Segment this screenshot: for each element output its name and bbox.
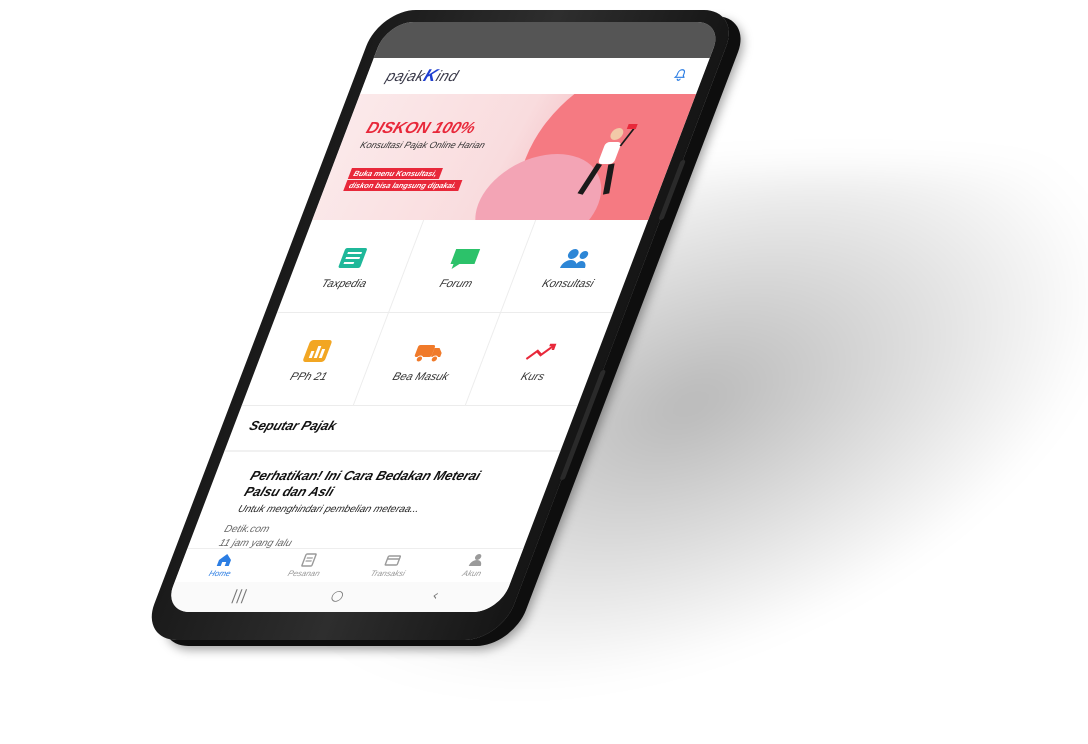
- user-icon: [468, 554, 482, 566]
- back-button[interactable]: ‹: [422, 588, 449, 606]
- menu-label: Forum: [437, 278, 475, 290]
- menu-label: Bea Masuk: [390, 371, 451, 383]
- bar-chart-icon: [303, 340, 332, 362]
- bottom-nav: Home Pesanan Transaksi Akun: [174, 548, 524, 583]
- nav-pesanan[interactable]: Pesanan: [258, 549, 355, 583]
- banner-subtitle: Konsultasi Pajak Online Harian: [358, 140, 487, 150]
- status-bar: [373, 22, 724, 58]
- banner-title: DISKON 100%: [363, 120, 478, 137]
- nav-akun[interactable]: Akun: [426, 549, 523, 583]
- news-title: Perhatikan! Ini Cara Bedakan Meterai Pal…: [242, 468, 483, 499]
- home-button[interactable]: ○: [324, 588, 351, 606]
- nav-label: Transaksi: [369, 569, 407, 578]
- nav-transaksi[interactable]: Transaksi: [342, 549, 439, 583]
- nav-label: Akun: [461, 569, 483, 578]
- menu-label: Taxpedia: [319, 278, 369, 290]
- trend-icon: [525, 343, 557, 360]
- news-description: Untuk menghindari pembelian meteraa...: [236, 504, 421, 515]
- menu-label: Kurs: [518, 371, 547, 383]
- list-icon: [301, 553, 317, 567]
- system-nav-bar: ||| ○ ‹: [163, 582, 511, 612]
- divider: [224, 450, 561, 452]
- banner-tag: diskon bisa langsung dipakai.: [343, 180, 463, 191]
- bell-icon[interactable]: [671, 68, 690, 82]
- home-icon: [216, 554, 231, 566]
- phone-frame: pajakKind DISKON 100% Konsultasi Pajak O…: [140, 10, 741, 640]
- nav-home[interactable]: Home: [174, 549, 271, 583]
- truck-icon: [414, 345, 442, 363]
- users-icon: [559, 249, 589, 268]
- nav-label: Pesanan: [286, 569, 322, 578]
- book-icon: [338, 248, 367, 268]
- promo-banner[interactable]: DISKON 100% Konsultasi Pajak Online Hari…: [312, 94, 697, 220]
- banner-tag: Buka menu Konsultasi,: [347, 168, 443, 179]
- section-title: Seputar Pajak: [247, 418, 339, 433]
- recents-button[interactable]: |||: [226, 588, 253, 606]
- stage: pajakKind DISKON 100% Konsultasi Pajak O…: [0, 0, 1088, 744]
- menu-label: Konsultasi: [540, 278, 596, 290]
- card-icon: [384, 555, 402, 566]
- menu-label: PPh 21: [288, 371, 329, 383]
- nav-label: Home: [207, 569, 233, 578]
- feature-grid: Taxpedia Forum Konsultasi PPh 21 Bea Mas…: [241, 220, 649, 406]
- news-source: Detik.com: [222, 524, 272, 535]
- app-logo: pajakKind: [383, 66, 461, 86]
- screen: pajakKind DISKON 100% Konsultasi Pajak O…: [163, 22, 724, 612]
- chat-icon: [450, 249, 481, 269]
- app-bar: pajakKind: [359, 58, 710, 95]
- device: pajakKind DISKON 100% Konsultasi Pajak O…: [140, 10, 780, 640]
